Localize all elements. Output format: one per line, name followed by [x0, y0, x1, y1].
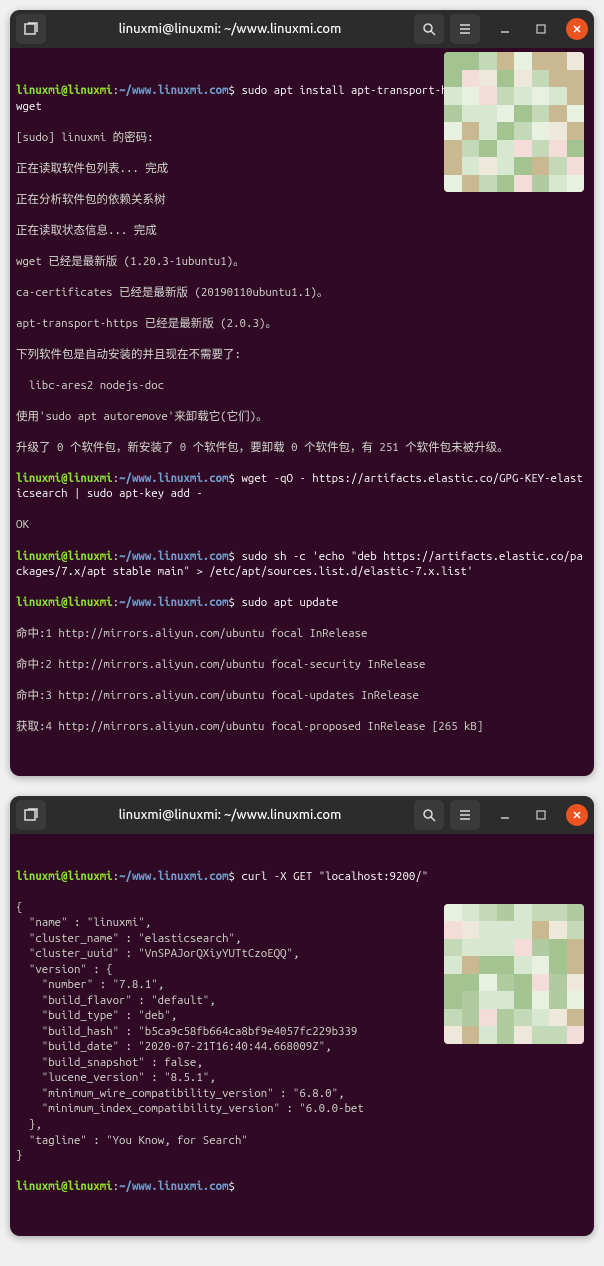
maximize-button[interactable] [530, 804, 552, 826]
search-button[interactable] [414, 14, 444, 44]
maximize-button[interactable] [530, 18, 552, 40]
prompt-path: ~/www.linuxmi.com [119, 84, 228, 97]
titlebar[interactable]: linuxmi@linuxmi: ~/www.linuxmi.com [10, 796, 594, 834]
prompt-user: linuxmi@linuxmi [16, 84, 113, 97]
output-line: apt-transport-https 已经是最新版 (2.0.3)。 [16, 316, 588, 332]
output-line: }, [16, 1117, 588, 1133]
output-line: 命中:3 http://mirrors.aliyun.com/ubuntu fo… [16, 688, 588, 704]
output-line: "lucene_version" : "8.5.1", [16, 1070, 588, 1086]
terminal-body[interactable]: linuxmi@linuxmi:~/www.linuxmi.com$ sudo … [10, 48, 594, 776]
output-line: 命中:2 http://mirrors.aliyun.com/ubuntu fo… [16, 657, 588, 673]
window-title: linuxmi@linuxmi: ~/www.linuxmi.com [52, 808, 408, 822]
prompt-path: ~/www.linuxmi.com [119, 870, 228, 883]
terminal-body[interactable]: linuxmi@linuxmi:~/www.linuxmi.com$ curl … [10, 834, 594, 1236]
search-button[interactable] [414, 800, 444, 830]
minimize-button[interactable] [494, 18, 516, 40]
output-line: 使用'sudo apt autoremove'来卸载它(它们)。 [16, 409, 588, 425]
pixelated-overlay [444, 52, 584, 192]
prompt-user: linuxmi@linuxmi [16, 870, 113, 883]
menu-button[interactable] [450, 800, 480, 830]
output-line: libc-ares2 nodejs-doc [16, 378, 588, 394]
output-line: OK [16, 517, 588, 533]
close-button[interactable] [566, 18, 588, 40]
output-line: 命中:1 http://mirrors.aliyun.com/ubuntu fo… [16, 626, 588, 642]
output-line: "minimum_wire_compatibility_version" : "… [16, 1086, 588, 1102]
pixelated-overlay [444, 904, 584, 1044]
output-line: 获取:4 http://mirrors.aliyun.com/ubuntu fo… [16, 719, 588, 735]
command-text: sudo apt update [235, 596, 338, 609]
menu-button[interactable] [450, 14, 480, 44]
output-line: "tagline" : "You Know, for Search" [16, 1133, 588, 1149]
output-line: 升级了 0 个软件包，新安装了 0 个软件包，要卸载 0 个软件包，有 251 … [16, 440, 588, 456]
output-line: 正在读取状态信息... 完成 [16, 223, 588, 239]
terminal-window-2: linuxmi@linuxmi: ~/www.linuxmi.com linux… [10, 796, 594, 1236]
new-tab-button[interactable] [16, 14, 46, 44]
output-line: wget 已经是最新版 (1.20.3-1ubuntu1)。 [16, 254, 588, 270]
output-line: "build_snapshot" : false, [16, 1055, 588, 1071]
output-line: 正在分析软件包的依赖关系树 [16, 192, 588, 208]
new-tab-button[interactable] [16, 800, 46, 830]
terminal-window-1: linuxmi@linuxmi: ~/www.linuxmi.com linux… [10, 10, 594, 776]
titlebar[interactable]: linuxmi@linuxmi: ~/www.linuxmi.com [10, 10, 594, 48]
output-line: } [16, 1148, 588, 1164]
output-line: 下列软件包是自动安装的并且现在不需要了: [16, 347, 588, 363]
minimize-button[interactable] [494, 804, 516, 826]
output-line: ca-certificates 已经是最新版 (20190110ubuntu1.… [16, 285, 588, 301]
output-line: "minimum_index_compatibility_version" : … [16, 1101, 588, 1117]
window-title: linuxmi@linuxmi: ~/www.linuxmi.com [52, 22, 408, 36]
close-button[interactable] [566, 804, 588, 826]
command-text: curl -X GET "localhost:9200/" [235, 870, 428, 883]
